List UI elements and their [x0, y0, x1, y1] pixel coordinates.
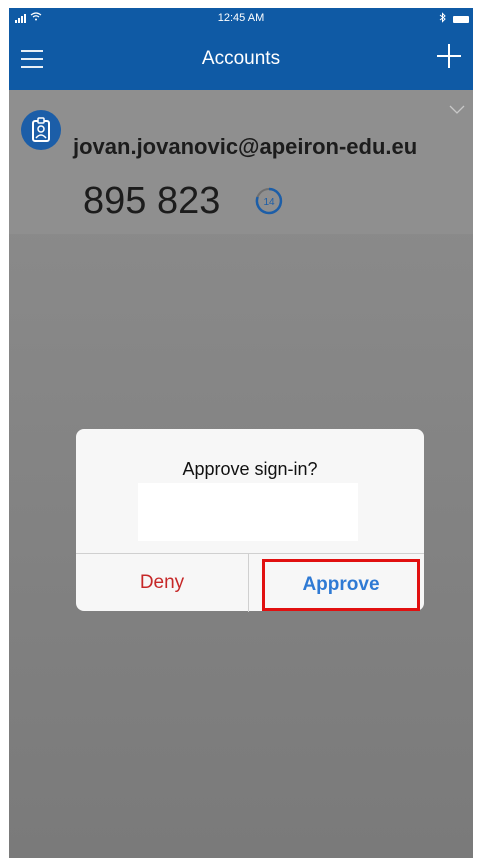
dialog-buttons: Deny Approve — [76, 553, 424, 612]
account-card[interactable]: jovan.jovanovic@apeiron-edu.eu 895 823 1… — [9, 90, 473, 234]
dialog-details — [138, 483, 358, 541]
status-bar: 12:45 AM — [9, 8, 473, 30]
verification-code: 895 823 — [83, 180, 221, 222]
add-icon[interactable] — [437, 44, 461, 68]
timer-icon: 14 — [255, 187, 283, 215]
chevron-down-icon[interactable] — [449, 102, 465, 114]
content-area: jovan.jovanovic@apeiron-edu.eu 895 823 1… — [9, 90, 473, 858]
deny-button[interactable]: Deny — [76, 554, 249, 612]
battery-icon — [453, 15, 469, 23]
page-title: Accounts — [201, 48, 281, 69]
bluetooth-icon — [439, 12, 447, 26]
approve-highlight: Approve — [262, 559, 420, 611]
badge-icon — [21, 110, 61, 150]
dialog-title: Approve sign-in? — [182, 459, 318, 479]
status-time: 12:45 AM — [217, 12, 265, 24]
approve-button[interactable]: Approve — [302, 574, 379, 596]
phone-screen: 12:45 AM Accounts jovan.jovanovic@apeiro… — [9, 8, 473, 858]
approve-dialog: Approve sign-in? Deny Approve — [76, 429, 424, 612]
status-right — [439, 12, 469, 26]
account-email: jovan.jovanovic@apeiron-edu.eu — [73, 134, 418, 159]
timer-text: 14 — [263, 197, 275, 208]
nav-bar: Accounts — [9, 30, 473, 90]
